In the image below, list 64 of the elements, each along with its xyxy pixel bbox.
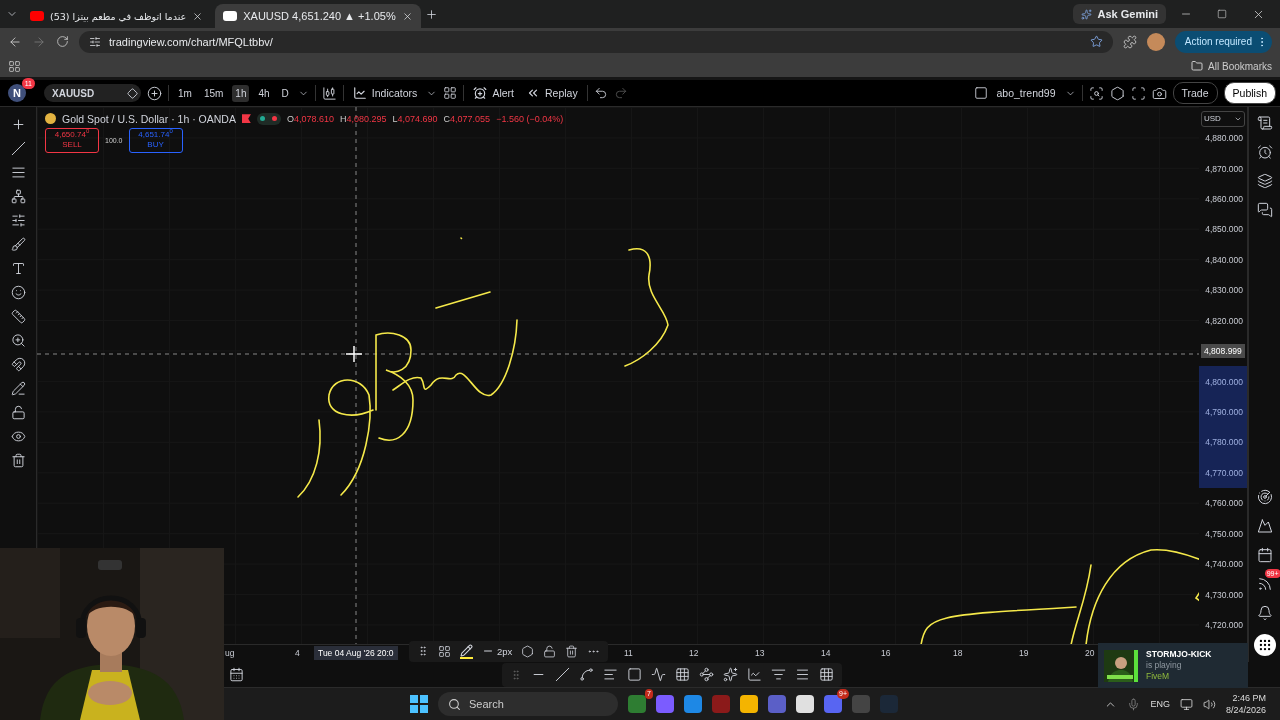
price-change: −1.560 (−0.04%) bbox=[496, 113, 564, 124]
user-avatar[interactable]: N bbox=[8, 84, 26, 103]
publish-button[interactable]: Publish bbox=[1223, 82, 1276, 105]
browser-tab[interactable]: XAUUSD 4,651.240 ▲ +1.05% bbox=[215, 4, 421, 28]
price-label: 4,860.000 bbox=[1204, 192, 1244, 206]
taskbar-clock[interactable]: 2:46 PM 8/24/2026 bbox=[1225, 692, 1266, 717]
ohlc-value: C4,077.055 bbox=[443, 113, 491, 124]
friend-status: is playing bbox=[1146, 660, 1183, 671]
price-label: 4,730.000 bbox=[1204, 588, 1244, 602]
time-label: 14 bbox=[821, 647, 831, 658]
time-label: ug bbox=[225, 647, 235, 658]
buy-button[interactable]: 4,651.74$^{0}$ BUY bbox=[128, 127, 183, 153]
time-label: 16 bbox=[881, 647, 891, 658]
crosshair-price-label: 4,808.999 bbox=[1201, 344, 1245, 359]
price-label: 4,880.000 bbox=[1204, 132, 1244, 146]
interval-button[interactable]: D bbox=[278, 84, 292, 102]
address-bar[interactable]: tradingview.com/chart/MFQLtbbv/ bbox=[79, 30, 1113, 53]
price-label: 4,750.000 bbox=[1204, 527, 1244, 541]
price-label: 4,870.000 bbox=[1204, 162, 1244, 176]
alert-button[interactable]: Alert bbox=[470, 86, 517, 101]
language-indicator[interactable]: ENG bbox=[1150, 699, 1170, 710]
interval-button[interactable]: 4h bbox=[255, 84, 273, 102]
price-label: 4,830.000 bbox=[1204, 284, 1244, 298]
ohlc-value: H4,080.295 bbox=[339, 113, 387, 124]
price-label: 4,790.000 bbox=[1199, 396, 1247, 428]
layout-name-button[interactable]: abo_trend99 bbox=[993, 87, 1059, 100]
taskbar-search[interactable]: Search bbox=[438, 692, 618, 717]
sell-button[interactable]: 4,650.74$^{0}$ SELL bbox=[45, 127, 99, 153]
ask-gemini-button[interactable]: Ask Gemini bbox=[1073, 4, 1166, 24]
time-label: 12 bbox=[689, 647, 699, 658]
action-required-button[interactable]: Action required bbox=[1174, 30, 1272, 53]
ohlc-value: L4,074.690 bbox=[392, 113, 438, 124]
time-label: 20 bbox=[1085, 647, 1095, 658]
time-label: 18 bbox=[953, 647, 963, 658]
price-label: 4,770.000 bbox=[1199, 457, 1247, 489]
symbol-search[interactable]: XAUUSD bbox=[44, 84, 141, 103]
time-label: 13 bbox=[755, 647, 765, 658]
indicators-button[interactable]: Indicators bbox=[349, 86, 421, 101]
price-label: 4,840.000 bbox=[1204, 253, 1244, 267]
price-label: 4,850.000 bbox=[1204, 223, 1244, 237]
symbol-title: Gold Spot / U.S. Dollar · 1h · OANDA bbox=[62, 112, 236, 125]
time-label: 19 bbox=[1019, 647, 1029, 658]
price-label: 4,760.000 bbox=[1204, 497, 1244, 511]
interval-button[interactable]: 1h bbox=[232, 84, 250, 102]
line-width-button[interactable]: 2px bbox=[482, 645, 513, 658]
interval-button[interactable]: 1m bbox=[175, 84, 195, 102]
time-label: 11 bbox=[624, 647, 633, 658]
price-label: 4,800.000 bbox=[1199, 366, 1247, 397]
ohlc-value: O4,078.610 bbox=[286, 113, 334, 124]
all-bookmarks-button[interactable]: All Bookmarks bbox=[1191, 60, 1272, 73]
replay-button[interactable]: Replay bbox=[522, 86, 581, 101]
time-label: 4 bbox=[295, 647, 300, 658]
crosshair-time-label: Tue 04 Aug '26 20:0 bbox=[314, 645, 398, 660]
interval-button[interactable]: 15m bbox=[200, 84, 227, 102]
game-name: FiveM bbox=[1146, 671, 1171, 682]
friend-name: STORMJO-KICK bbox=[1146, 649, 1212, 660]
notification-popup[interactable]: STORMJO-KICK is playing FiveM bbox=[1098, 643, 1248, 688]
currency-select[interactable]: USD bbox=[1201, 110, 1245, 127]
price-label: 4,780.000 bbox=[1199, 427, 1247, 458]
price-label: 4,820.000 bbox=[1204, 314, 1244, 328]
price-label: 4,720.000 bbox=[1204, 619, 1244, 633]
trade-button[interactable]: Trade bbox=[1172, 82, 1218, 105]
price-label: 4,740.000 bbox=[1204, 558, 1244, 572]
browser-tab[interactable]: (53) عندما اتوظف في مطعم بيتزا bbox=[22, 4, 212, 28]
